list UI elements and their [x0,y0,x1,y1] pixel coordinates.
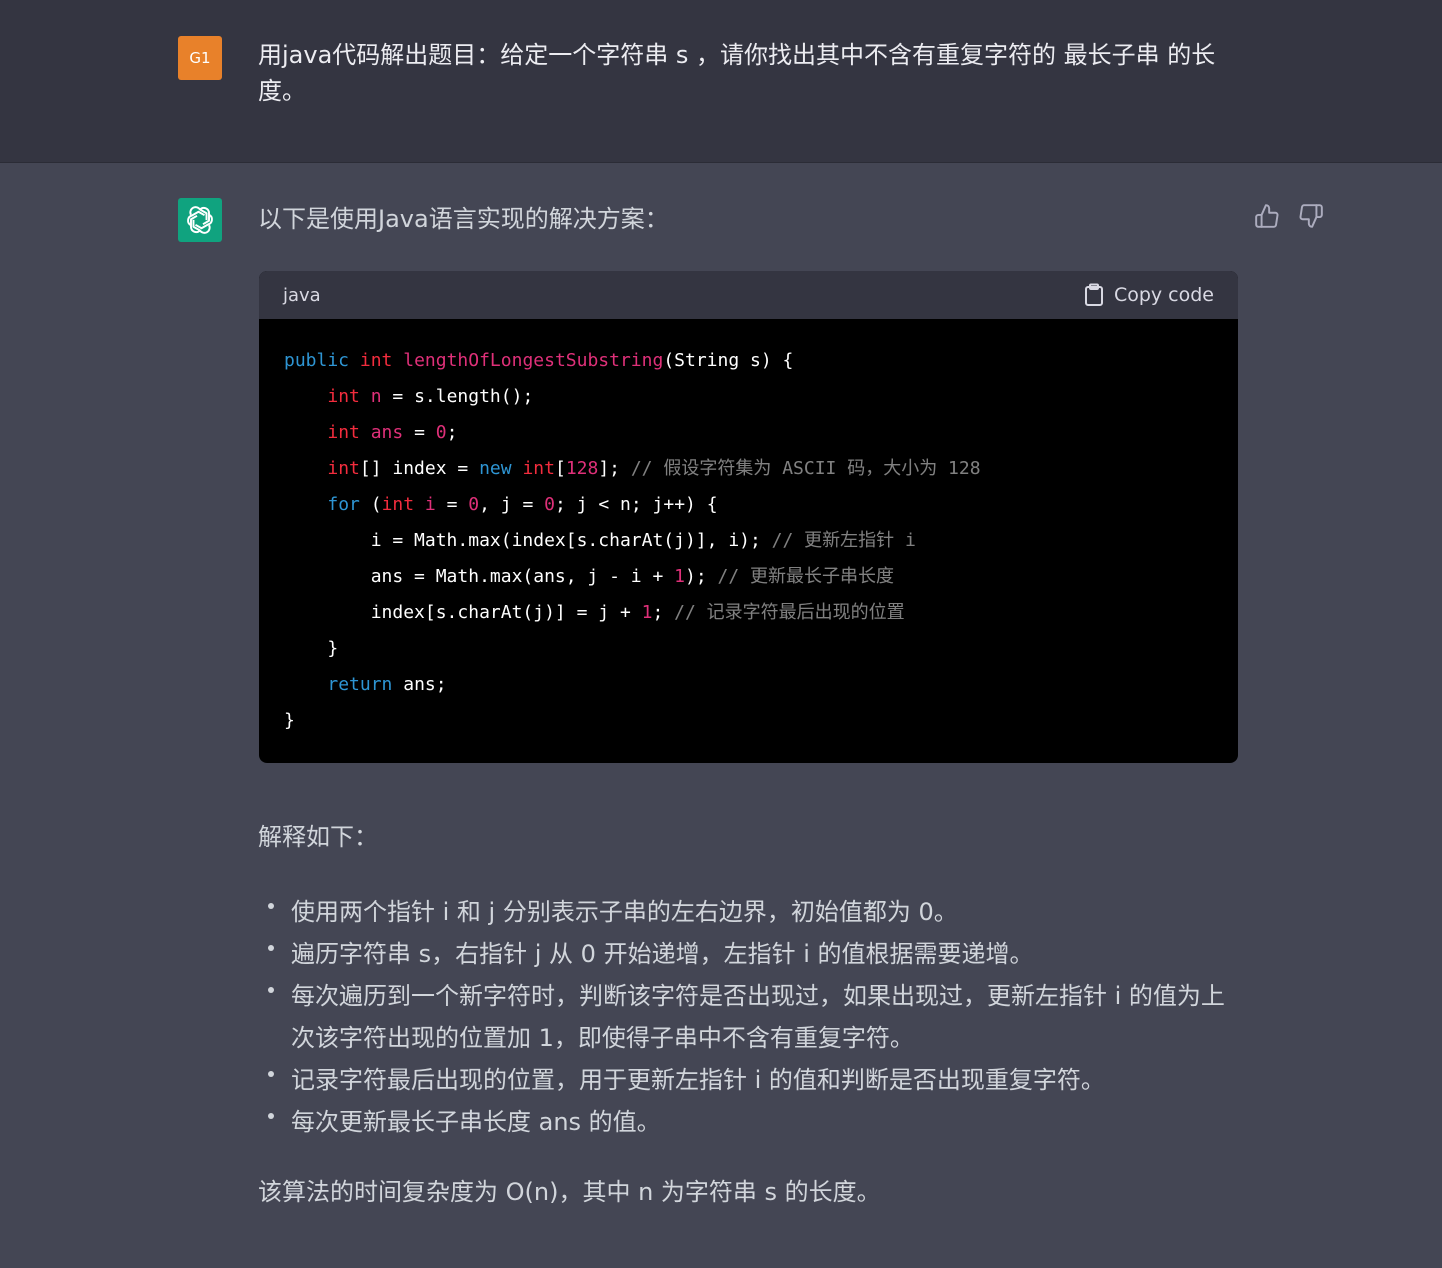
summary-text: 该算法的时间复杂度为 O(n)，其中 n 为字符串 s 的长度。 [258,1178,881,1206]
list-item: 每次遍历到一个新字符时，判断该字符是否出现过，如果出现过，更新左指针 i 的值为… [258,975,1238,1059]
code-block: java Copy code public int lengthOfLonges… [259,271,1238,763]
list-item: 记录字符最后出现的位置，用于更新左指针 i 的值和判断是否出现重复字符。 [258,1059,1238,1101]
assistant-avatar [178,198,222,242]
user-message-row: G1 用java代码解出题目：给定一个字符串 s ，请你找出其中不含有重复字符的… [0,0,1442,163]
code-line: int[] index = new int[128]; // 假设字符集为 AS… [327,458,981,479]
code-line: int n = s.length(); [327,386,534,407]
openai-logo-icon [187,206,213,234]
assistant-message-row: 以下是使用Java语言实现的解决方案： java Copy code publi… [0,163,1442,1268]
code-line: int ans = 0; [327,422,458,443]
list-item: 遍历字符串 s，右指针 j 从 0 开始递增，左指针 i 的值根据需要递增。 [258,933,1238,975]
user-avatar: G1 [178,36,222,80]
user-avatar-label: G1 [189,49,211,67]
code-line: i = Math.max(index[s.charAt(j)], i); // … [284,530,916,551]
thumbs-down-icon[interactable] [1298,203,1324,229]
copy-code-button[interactable]: Copy code [1084,283,1214,307]
explain-title: 解释如下： [258,823,378,851]
code-body: public int lengthOfLongestSubstring(Stri… [259,319,1238,763]
list-item: 每次更新最长子串长度 ans 的值。 [258,1101,1238,1143]
copy-code-label: Copy code [1113,284,1214,306]
code-line: index[s.charAt(j)] = j + 1; // 记录字符最后出现的… [284,602,905,623]
code-header: java Copy code [259,271,1238,319]
code-line: return ans; [327,674,447,695]
explain-list: 使用两个指针 i 和 j 分别表示子串的左右边界，初始值都为 0。 遍历字符串 … [258,891,1238,1143]
code-line: public int lengthOfLongestSubstring(Stri… [284,350,794,371]
code-line: } [284,710,295,731]
code-line: } [284,638,339,659]
feedback-buttons [1254,203,1324,229]
list-item: 使用两个指针 i 和 j 分别表示子串的左右边界，初始值都为 0。 [258,891,1238,933]
user-message-text: 用java代码解出题目：给定一个字符串 s ，请你找出其中不含有重复字符的 最长… [258,41,1216,105]
code-line: for (int i = 0, j = 0; j < n; j++) { [327,494,718,515]
code-line: ans = Math.max(ans, j - i + 1); // 更新最长子… [284,566,895,587]
thumbs-up-icon[interactable] [1254,203,1280,229]
assistant-intro: 以下是使用Java语言实现的解决方案： [258,205,669,233]
clipboard-icon [1084,283,1103,306]
code-language: java [283,284,321,306]
